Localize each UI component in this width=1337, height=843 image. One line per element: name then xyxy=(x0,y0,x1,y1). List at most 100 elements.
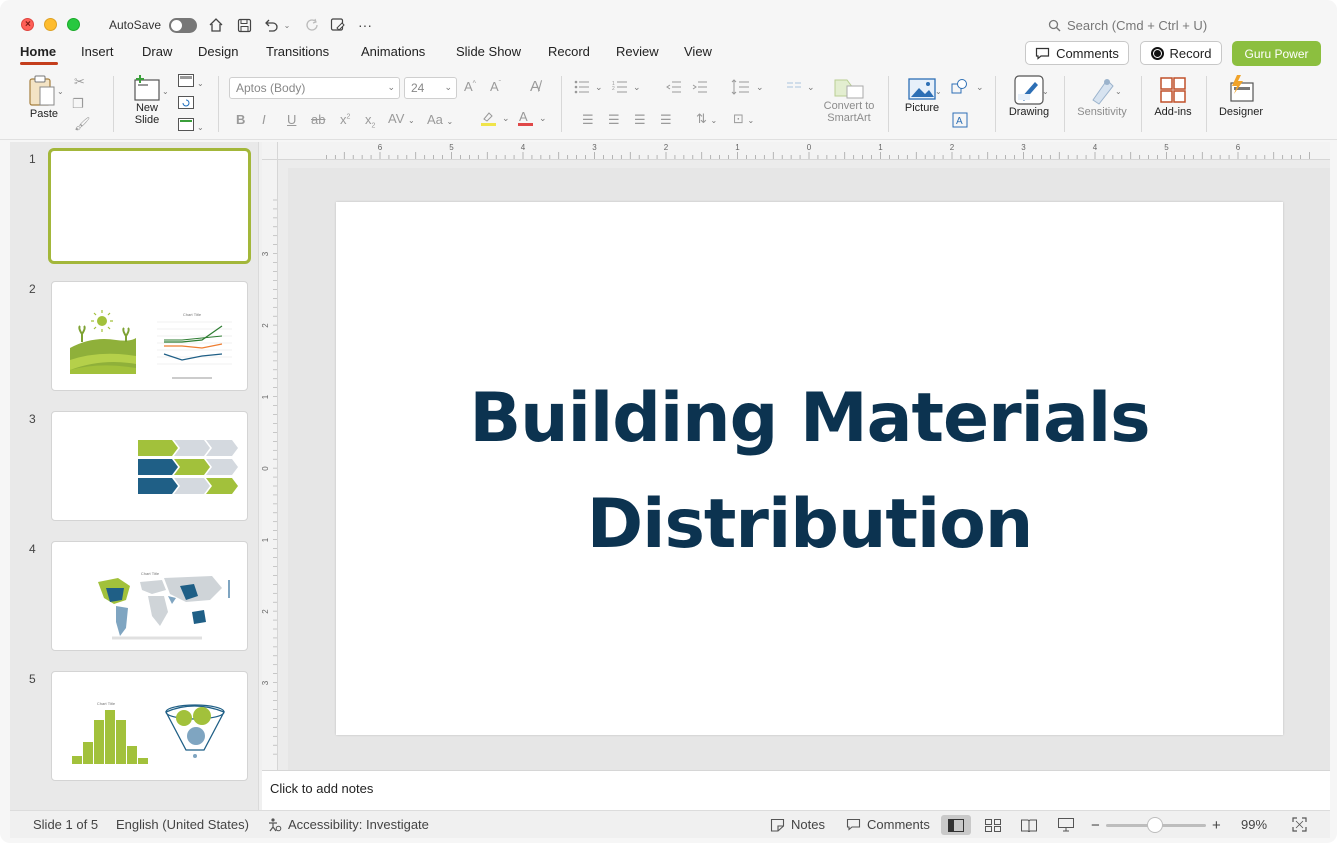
drawing-dropdown-icon[interactable]: ⌄ xyxy=(1042,82,1049,97)
section-dropdown-icon[interactable]: ⌄ xyxy=(197,118,204,133)
ruler-label: 3 xyxy=(262,251,270,256)
slide-thumbnail-2[interactable]: Chart Title xyxy=(51,281,248,391)
slide-sorter-button[interactable] xyxy=(978,815,1008,835)
line-spacing-icon[interactable]: ⌄ xyxy=(731,79,765,98)
minimize-window-button[interactable] xyxy=(44,18,57,31)
comments-button[interactable]: Comments xyxy=(1025,41,1129,65)
layout-icon[interactable] xyxy=(178,74,194,90)
accessibility-checker[interactable]: Accessibility: Investigate xyxy=(267,817,429,832)
reading-view-button[interactable] xyxy=(1014,815,1044,835)
slide-thumbnail-5[interactable]: Chart Title xyxy=(51,671,248,781)
ribbon-tabs: Home Insert Draw Design Transitions Anim… xyxy=(0,40,1337,68)
close-window-button[interactable]: × xyxy=(21,18,34,31)
character-spacing-icon[interactable]: AV ⌄ xyxy=(388,111,415,126)
vertical-ruler[interactable]: 3 2 1 0 1 2 3 xyxy=(261,160,278,770)
notes-toggle[interactable]: Notes xyxy=(770,817,825,832)
more-icon[interactable]: ··· xyxy=(355,15,375,35)
decrease-indent-icon[interactable] xyxy=(666,80,682,97)
zoom-out-button[interactable]: − xyxy=(1091,817,1100,834)
horizontal-ruler[interactable]: 6 5 4 3 2 1 0 1 2 3 4 5 6 xyxy=(278,142,1330,160)
numbering-icon[interactable]: 1 2 ⌄ xyxy=(612,80,642,97)
text-box-icon[interactable]: A xyxy=(952,112,968,131)
tab-design[interactable]: Design xyxy=(198,44,238,59)
home-icon[interactable] xyxy=(206,15,226,35)
align-center-icon[interactable]: ☰ xyxy=(608,112,620,128)
undo-icon[interactable] xyxy=(261,15,281,35)
tab-insert[interactable]: Insert xyxy=(81,44,114,59)
sensitivity-button[interactable]: Sensitivity xyxy=(1072,74,1132,118)
zoom-in-button[interactable]: + xyxy=(1212,817,1221,834)
autosave-toggle[interactable] xyxy=(169,18,197,33)
current-slide[interactable]: Building Materials Distribution xyxy=(336,202,1283,735)
normal-view-button[interactable] xyxy=(941,815,971,835)
tab-slide-show[interactable]: Slide Show xyxy=(456,44,521,59)
slide-show-button[interactable] xyxy=(1051,815,1081,835)
superscript-icon[interactable]: x2 xyxy=(340,112,350,127)
decrease-font-size-icon[interactable]: Aˇ xyxy=(490,79,501,94)
increase-font-size-icon[interactable]: A^ xyxy=(464,79,476,94)
tab-animations[interactable]: Animations xyxy=(361,44,425,59)
save-icon[interactable] xyxy=(234,15,254,35)
thumb-histogram-title: Chart Title xyxy=(97,701,116,706)
reset-slide-icon[interactable] xyxy=(178,96,194,112)
notes-pane[interactable]: Click to add notes xyxy=(262,770,1330,810)
maximize-window-button[interactable] xyxy=(67,18,80,31)
sensitivity-dropdown-icon[interactable]: ⌄ xyxy=(1115,82,1122,97)
fit-to-window-button[interactable] xyxy=(1292,817,1307,832)
tab-transitions[interactable]: Transitions xyxy=(266,44,329,59)
save-as-icon[interactable] xyxy=(328,15,348,35)
font-name-select[interactable]: Aptos (Body) ⌄ xyxy=(229,77,400,99)
strikethrough-icon[interactable]: ab xyxy=(311,112,325,127)
guru-power-button[interactable]: Guru Power xyxy=(1232,41,1321,66)
tab-record[interactable]: Record xyxy=(548,44,590,59)
autosave-label: AutoSave xyxy=(109,18,162,32)
tab-home[interactable]: Home xyxy=(20,44,56,59)
convert-to-smartart-button[interactable]: Convert to SmartArt xyxy=(818,76,880,124)
designer-button[interactable]: Designer xyxy=(1214,74,1268,118)
font-color-icon[interactable]: A ⌄ xyxy=(517,109,547,129)
comments-toggle[interactable]: Comments xyxy=(846,817,930,832)
search-box[interactable]: Search (Cmd + Ctrl + U) xyxy=(1048,18,1207,33)
slide-thumbnail-1[interactable] xyxy=(48,148,251,264)
tab-draw[interactable]: Draw xyxy=(142,44,172,59)
change-case-icon[interactable]: Aa ⌄ xyxy=(427,112,453,127)
language-indicator[interactable]: English (United States) xyxy=(116,817,249,832)
justify-icon[interactable]: ☰ xyxy=(660,112,672,128)
record-button[interactable]: Record xyxy=(1140,41,1222,65)
cut-icon[interactable]: ✂ xyxy=(74,74,85,90)
align-left-icon[interactable]: ☰ xyxy=(582,112,594,128)
paste-button[interactable]: Paste xyxy=(22,74,66,120)
tab-view[interactable]: View xyxy=(684,44,712,59)
italic-icon[interactable]: I xyxy=(262,112,266,127)
copy-icon[interactable]: ❐ xyxy=(72,96,84,112)
font-size-value: 24 xyxy=(411,81,425,95)
zoom-level[interactable]: 99% xyxy=(1241,817,1267,832)
tab-review[interactable]: Review xyxy=(616,44,659,59)
zoom-slider-handle[interactable] xyxy=(1147,817,1163,833)
redo-icon[interactable] xyxy=(302,15,322,35)
align-text-icon[interactable]: ⊡ ⌄ xyxy=(733,111,754,127)
undo-dropdown-icon[interactable]: ⌄ xyxy=(281,15,293,35)
layout-dropdown-icon[interactable]: ⌄ xyxy=(197,74,204,89)
paste-dropdown-icon[interactable]: ⌄ xyxy=(57,82,64,97)
picture-dropdown-icon[interactable]: ⌄ xyxy=(935,82,942,97)
increase-indent-icon[interactable] xyxy=(692,80,708,97)
shapes-icon[interactable]: ⌄ xyxy=(951,79,985,98)
underline-icon[interactable]: U xyxy=(287,112,296,127)
text-direction-icon[interactable]: ⇅ ⌄ xyxy=(696,111,717,127)
add-ins-button[interactable]: Add-ins xyxy=(1150,74,1196,118)
slide-title[interactable]: Building Materials Distribution xyxy=(396,366,1223,578)
clear-formatting-icon[interactable]: A̸ xyxy=(530,78,540,95)
slide-thumbnail-4[interactable]: Chart Title xyxy=(51,541,248,651)
format-painter-icon[interactable]: 🖌 xyxy=(74,116,91,132)
align-right-icon[interactable]: ☰ xyxy=(634,112,646,128)
bold-icon[interactable]: B xyxy=(236,112,245,127)
columns-icon[interactable]: ⌄ xyxy=(786,80,816,97)
slide-thumbnail-3[interactable] xyxy=(51,411,248,521)
font-size-select[interactable]: 24 ⌄ xyxy=(404,77,457,99)
highlight-icon[interactable]: ⌄ xyxy=(480,110,510,129)
bullets-icon[interactable]: ⌄ xyxy=(574,80,604,97)
subscript-icon[interactable]: x2 xyxy=(365,112,375,130)
new-slide-dropdown-icon[interactable]: ⌄ xyxy=(162,82,169,97)
section-icon[interactable] xyxy=(178,118,194,134)
